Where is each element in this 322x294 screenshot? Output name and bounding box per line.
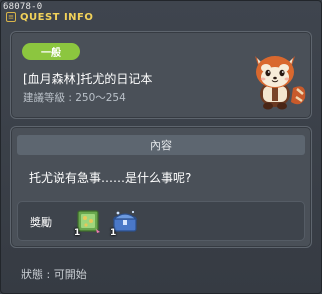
reward-count: 1 — [74, 228, 81, 238]
red-panda-npc-icon — [255, 56, 306, 110]
reward-box: 獎勵 1 1 — [17, 201, 305, 241]
quest-status: 狀態 : 可開始 — [21, 268, 87, 281]
scroll-icon: ≡ — [6, 12, 16, 22]
content-section-title: 內容 — [17, 135, 305, 155]
reward-item[interactable]: 1 — [74, 207, 104, 238]
window-title: QUEST INFO — [20, 11, 94, 23]
reward-count: 1 — [110, 228, 117, 238]
quest-content-panel: 內容 托尤说有急事……是什么事呢? 獎勵 1 1 — [10, 126, 312, 248]
level-requirement: 建議等級 : 250～254 — [23, 92, 126, 104]
quest-description: 托尤说有急事……是什么事呢? — [29, 171, 192, 185]
title-bar: ≡ QUEST INFO — [1, 9, 321, 25]
quest-header-panel: 一般 [血月森林]托尤的日记本 建議等級 : 250～254 — [10, 31, 312, 119]
reward-label: 獎勵 — [30, 216, 52, 229]
reward-item[interactable]: 1 — [110, 207, 140, 238]
quest-name: [血月森林]托尤的日记本 — [23, 72, 153, 86]
quest-info-window: 68078-0 ≡ QUEST INFO 一般 [血月森林]托尤的日记本 建議等… — [0, 0, 322, 294]
quest-type-badge: 一般 — [22, 43, 80, 60]
